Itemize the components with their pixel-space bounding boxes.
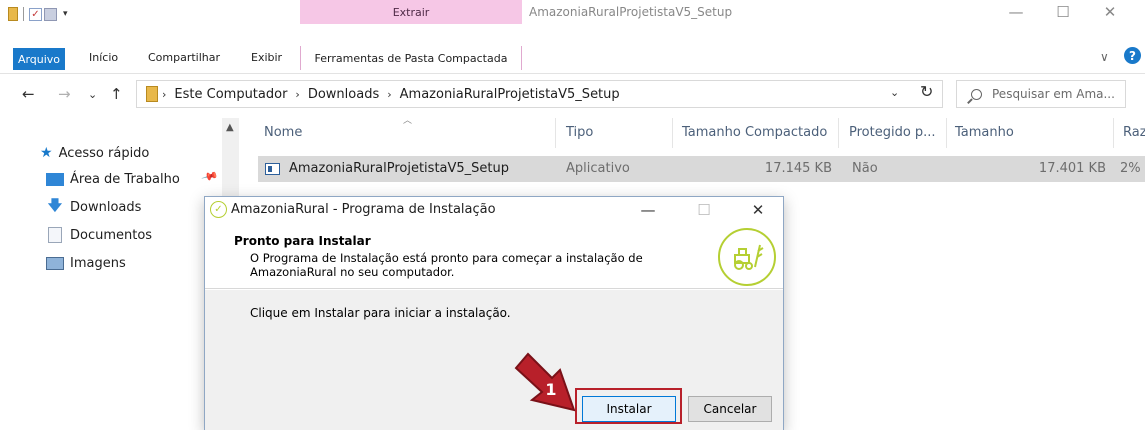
extract-contextual-tab[interactable]: Extrair bbox=[300, 0, 522, 24]
step-number: 1 bbox=[545, 380, 557, 399]
file-name[interactable]: AmazoniaRuralProjetistaV5_Setup bbox=[289, 156, 509, 182]
chevron-right-icon: › bbox=[162, 87, 167, 101]
folder-icon bbox=[8, 7, 18, 21]
column-header-nome[interactable]: Nome bbox=[264, 125, 302, 140]
refresh-icon[interactable]: ↻ bbox=[920, 82, 933, 101]
file-size: 17.401 KB bbox=[1038, 161, 1106, 176]
expand-ribbon-icon[interactable]: ∨ bbox=[1100, 50, 1109, 64]
back-arrow-icon[interactable]: ← bbox=[22, 85, 35, 103]
chevron-right-icon[interactable]: › bbox=[387, 88, 391, 101]
crumb-setup-folder[interactable]: AmazoniaRuralProjetistaV5_Setup bbox=[400, 87, 620, 102]
nav-item-label: Imagens bbox=[70, 255, 126, 271]
column-header-tipo[interactable]: Tipo bbox=[566, 125, 593, 140]
tractor-wheat-icon bbox=[734, 244, 764, 270]
nav-item-acesso-rapido[interactable]: ★ Acesso rápido bbox=[40, 142, 149, 164]
new-folder-icon[interactable] bbox=[44, 7, 57, 21]
nav-item-downloads[interactable]: 🡇 Downloads bbox=[46, 196, 142, 218]
search-input[interactable]: Pesquisar em Ama... bbox=[956, 80, 1126, 108]
dialog-subtext: O Programa de Instalação está pronto par… bbox=[250, 251, 643, 279]
dialog-heading: Pronto para Instalar bbox=[234, 234, 371, 248]
divider[interactable] bbox=[946, 118, 947, 148]
window-title: AmazoniaRuralProjetistaV5_Setup bbox=[529, 5, 733, 19]
column-header-razao[interactable]: Raz bbox=[1123, 125, 1145, 140]
scroll-up-icon[interactable]: ▲ bbox=[226, 122, 234, 133]
properties-icon[interactable]: ✓ bbox=[29, 7, 42, 21]
close-button[interactable]: ✕ bbox=[1090, 0, 1130, 24]
nav-item-label: Documentos bbox=[70, 227, 153, 243]
dialog-maximize-button: ☐ bbox=[697, 201, 711, 219]
pictures-icon bbox=[46, 256, 64, 270]
tractor-wheat-logo-icon bbox=[718, 228, 776, 286]
help-icon[interactable]: ? bbox=[1124, 47, 1141, 64]
application-icon bbox=[265, 163, 280, 175]
search-placeholder: Pesquisar em Ama... bbox=[992, 87, 1115, 101]
forward-arrow-icon[interactable]: → bbox=[58, 85, 71, 103]
nav-item-label: Downloads bbox=[70, 199, 142, 215]
chevron-down-icon[interactable]: ▾ bbox=[63, 9, 68, 19]
dialog-title: AmazoniaRural - Programa de Instalação bbox=[231, 202, 496, 217]
tab-ferramentas-pasta-compactada[interactable]: Ferramentas de Pasta Compactada bbox=[300, 46, 522, 70]
download-arrow-icon: 🡇 bbox=[47, 198, 63, 214]
recent-locations-icon[interactable]: ⌄ bbox=[88, 88, 97, 101]
nav-item-label: Área de Trabalho bbox=[70, 171, 180, 187]
amazoniarural-logo-icon: ✓ bbox=[210, 201, 227, 218]
address-dropdown-icon[interactable]: ⌄ bbox=[890, 86, 899, 99]
column-header-tamanho[interactable]: Tamanho bbox=[955, 125, 1014, 140]
cancel-button[interactable]: Cancelar bbox=[688, 396, 772, 422]
minimize-button[interactable]: — bbox=[996, 0, 1036, 24]
divider[interactable] bbox=[838, 118, 839, 148]
folder-icon bbox=[146, 86, 158, 102]
nav-item-area-de-trabalho[interactable]: Área de Trabalho bbox=[46, 168, 180, 190]
chevron-right-icon[interactable]: › bbox=[295, 88, 299, 101]
document-icon bbox=[48, 227, 62, 243]
nav-item-label: Acesso rápido bbox=[58, 145, 150, 161]
column-header-protegido[interactable]: Protegido p... bbox=[849, 125, 936, 140]
tab-compartilhar[interactable]: Compartilhar bbox=[148, 46, 220, 70]
desktop-icon bbox=[46, 172, 64, 186]
file-protected: Não bbox=[852, 161, 878, 176]
file-ratio: 2% bbox=[1120, 161, 1141, 176]
sort-ascending-icon: ︿ bbox=[403, 116, 413, 126]
crumb-downloads[interactable]: Downloads bbox=[308, 87, 379, 102]
dialog-body-text: Clique em Instalar para iniciar a instal… bbox=[250, 306, 511, 320]
file-type: Aplicativo bbox=[566, 161, 630, 176]
column-header-tamanho-compactado[interactable]: Tamanho Compactado bbox=[682, 125, 827, 140]
dialog-minimize-button[interactable]: — bbox=[628, 198, 668, 222]
quick-access-toolbar: ✓ ▾ bbox=[8, 3, 68, 25]
breadcrumb: › Este Computador › Downloads › Amazonia… bbox=[162, 80, 620, 108]
nav-item-imagens[interactable]: Imagens bbox=[46, 252, 126, 274]
crumb-este-computador[interactable]: Este Computador bbox=[174, 87, 287, 102]
tab-exibir[interactable]: Exibir bbox=[251, 46, 282, 70]
dialog-close-button[interactable]: ✕ bbox=[738, 198, 778, 222]
divider[interactable] bbox=[1113, 118, 1114, 148]
pin-icon[interactable]: 📌 bbox=[201, 167, 219, 185]
divider[interactable] bbox=[555, 118, 556, 148]
install-button[interactable]: Instalar bbox=[582, 396, 676, 422]
maximize-button[interactable]: ☐ bbox=[1043, 0, 1083, 24]
tab-inicio[interactable]: Início bbox=[89, 46, 118, 70]
tab-arquivo[interactable]: Arquivo bbox=[13, 48, 65, 70]
file-compressed-size: 17.145 KB bbox=[764, 161, 832, 176]
up-arrow-icon[interactable]: ↑ bbox=[110, 85, 123, 103]
search-icon bbox=[971, 88, 982, 100]
divider bbox=[23, 7, 24, 21]
star-icon: ★ bbox=[40, 145, 53, 161]
divider[interactable] bbox=[672, 118, 673, 148]
nav-item-documentos[interactable]: Documentos bbox=[46, 224, 152, 246]
